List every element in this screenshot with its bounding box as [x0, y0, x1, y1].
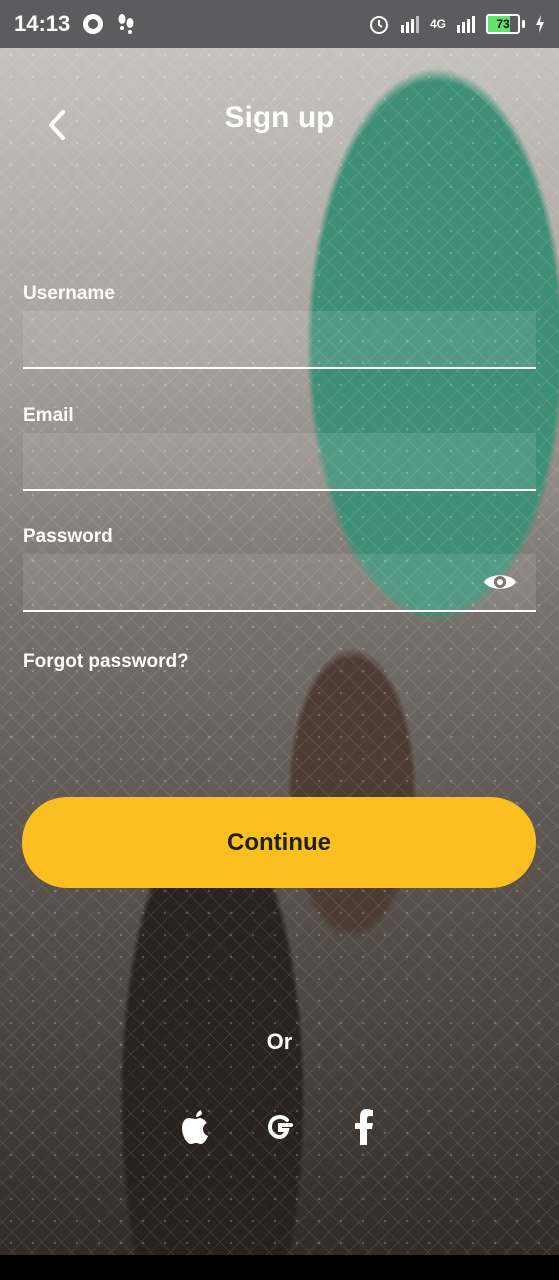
- google-login-button[interactable]: [260, 1106, 300, 1148]
- signal-icon: [456, 15, 476, 33]
- password-input-wrapper: [23, 554, 536, 612]
- apple-login-button[interactable]: [176, 1106, 216, 1148]
- background-photo: [0, 0, 559, 1280]
- eye-icon: [484, 575, 516, 589]
- show-password-toggle[interactable]: [482, 567, 518, 597]
- fence-pattern: [0, 0, 559, 1280]
- page-title: Sign up: [224, 101, 335, 134]
- battery-box: 73: [486, 14, 520, 34]
- battery-tip: [522, 20, 525, 28]
- facebook-login-button[interactable]: [344, 1106, 384, 1148]
- status-time: 14:13: [14, 11, 71, 36]
- status-right: 4G 73: [368, 13, 545, 35]
- apple-icon: [181, 1110, 208, 1144]
- password-field: Password: [23, 526, 536, 612]
- network-label: 4G: [429, 17, 446, 31]
- signal-icon: [400, 15, 420, 33]
- forgot-password-link[interactable]: Forgot password?: [23, 651, 189, 673]
- or-divider: Or: [266, 1029, 293, 1054]
- social-login: [0, 1106, 559, 1151]
- battery-indicator: 73: [486, 14, 525, 34]
- status-bar: 14:13 4G 73: [0, 0, 559, 48]
- password-label: Password: [23, 526, 113, 547]
- dot-pattern: [0, 0, 559, 1280]
- bottom-bar: [0, 1255, 559, 1280]
- username-input[interactable]: [23, 311, 536, 367]
- username-input-wrapper: [23, 311, 536, 369]
- header: Sign up: [0, 95, 559, 155]
- continue-button[interactable]: Continue: [22, 797, 536, 888]
- signup-screen: 14:13 4G 73 Sign up Username Email Passw…: [0, 0, 559, 1280]
- battery-percent: 73: [496, 17, 510, 31]
- password-input[interactable]: [23, 554, 536, 610]
- alarm-icon: [368, 13, 390, 35]
- email-input-wrapper: [23, 433, 536, 491]
- charging-icon: [535, 15, 545, 33]
- email-input[interactable]: [23, 433, 536, 489]
- notification-icon: [82, 13, 104, 35]
- footprints-icon: [116, 13, 136, 35]
- email-field: Email: [23, 405, 536, 491]
- username-label: Username: [23, 283, 115, 304]
- google-icon: [267, 1114, 293, 1140]
- status-left: 14:13: [14, 11, 136, 37]
- facebook-icon: [354, 1109, 373, 1145]
- email-label: Email: [23, 405, 74, 426]
- username-field: Username: [23, 283, 536, 369]
